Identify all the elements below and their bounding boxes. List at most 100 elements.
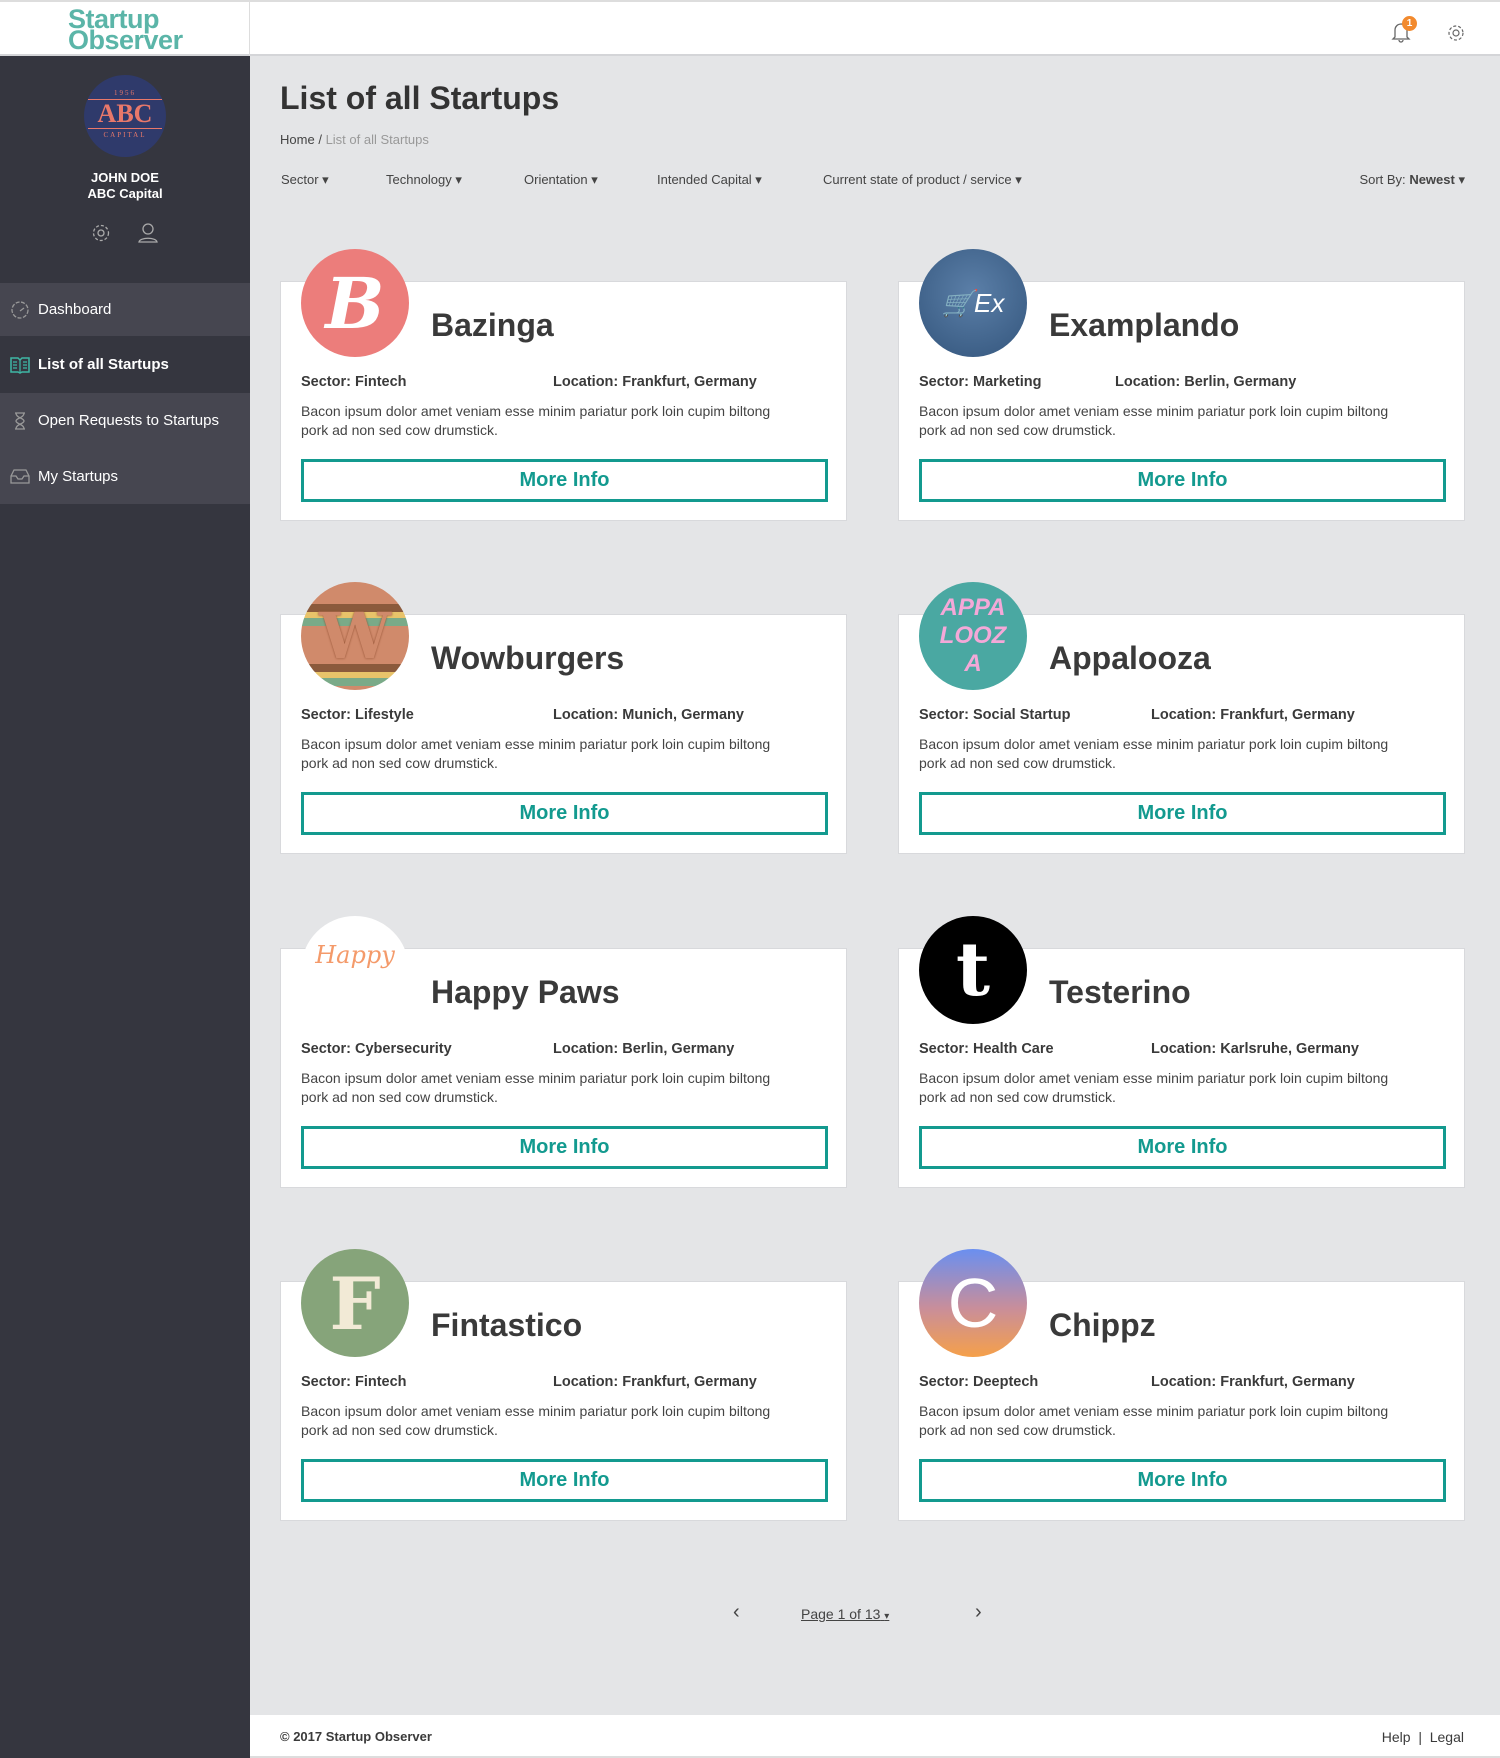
- startup-location: Location: Berlin, Germany: [1115, 374, 1297, 390]
- logo-text: t: [955, 927, 991, 1013]
- logo-text: B: [325, 261, 385, 345]
- filter-technology[interactable]: Technology ▾: [386, 172, 462, 188]
- logo-text: F: [329, 1260, 381, 1346]
- startup-sector: Sector: Social Startup: [919, 707, 1071, 723]
- breadcrumb-home[interactable]: Home: [280, 132, 315, 147]
- avatar-year: 1956: [114, 89, 136, 97]
- startup-logo: t: [919, 916, 1027, 1024]
- sort-arrow: ▾: [1458, 172, 1465, 187]
- filter-sector[interactable]: Sector ▾: [281, 172, 329, 188]
- page-title: List of all Startups: [280, 80, 560, 116]
- sort-label: Sort By:: [1359, 172, 1406, 187]
- help-link[interactable]: Help: [1382, 1729, 1411, 1745]
- startup-description: Bacon ipsum dolor amet veniam esse minim…: [301, 736, 771, 771]
- filter-orientation[interactable]: Orientation ▾: [524, 172, 598, 188]
- sidebar-item-label: My Startups: [38, 467, 119, 485]
- startup-sector: Sector: Health Care: [919, 1041, 1054, 1057]
- startup-sector: Sector: Lifestyle: [301, 707, 414, 723]
- startup-description: Bacon ipsum dolor amet veniam esse minim…: [301, 403, 771, 438]
- next-page-button[interactable]: ›: [975, 1601, 982, 1624]
- startup-card: W Wowburgers Sector: Lifestyle Location:…: [280, 582, 847, 854]
- startup-location: Location: Berlin, Germany: [553, 1041, 735, 1057]
- more-info-button[interactable]: More Info: [919, 459, 1446, 502]
- page-label: Page 1 of 13: [801, 1606, 881, 1622]
- hourglass-icon: [15, 411, 25, 430]
- sidebar-item-my-startups[interactable]: My Startups: [0, 448, 250, 504]
- startup-card: F Fintastico Sector: Fintech Location: F…: [280, 1249, 847, 1521]
- more-info-button[interactable]: More Info: [919, 1459, 1446, 1502]
- sidebar-item-label: Dashboard: [38, 301, 112, 318]
- startup-name: Fintastico: [431, 1307, 583, 1343]
- footer: © 2017 Startup Observer Help | Legal: [250, 1715, 1500, 1758]
- startup-card: C Chippz Sector: Deeptech Location: Fran…: [898, 1249, 1465, 1521]
- page-select[interactable]: Page 1 of 13 ▾: [801, 1606, 889, 1622]
- gear-icon[interactable]: [90, 222, 112, 244]
- startup-description: Bacon ipsum dolor amet veniam esse minim…: [919, 736, 1389, 771]
- more-info-button[interactable]: More Info: [919, 1126, 1446, 1169]
- breadcrumb-current: List of all Startups: [325, 132, 429, 147]
- legal-link[interactable]: Legal: [1430, 1729, 1464, 1745]
- notification-badge: 1: [1402, 16, 1417, 31]
- more-info-button[interactable]: More Info: [301, 459, 828, 502]
- filter-intended-capital[interactable]: Intended Capital ▾: [657, 172, 762, 188]
- startup-logo: F: [301, 1249, 409, 1357]
- logo-text: C: [947, 1264, 999, 1342]
- book-icon: [10, 356, 30, 374]
- startup-sector: Sector: Marketing: [919, 374, 1042, 390]
- logo-text: Ex: [974, 287, 1005, 318]
- prev-page-button[interactable]: ‹: [733, 1601, 740, 1624]
- startup-location: Location: Frankfurt, Germany: [1151, 707, 1355, 723]
- top-header: Startup Observer 1: [0, 0, 1500, 58]
- sidebar-item-label: Open Requests to Startups: [38, 412, 219, 429]
- more-info-button[interactable]: More Info: [301, 1126, 828, 1169]
- logo-line2: Observer: [68, 25, 183, 55]
- footer-separator: |: [1418, 1729, 1422, 1745]
- avatar-mark: ABC: [88, 99, 162, 129]
- startup-logo: W: [301, 582, 409, 690]
- user-name: JOHN DOE: [91, 170, 159, 185]
- more-info-button[interactable]: More Info: [301, 1459, 828, 1502]
- app-logo[interactable]: Startup Observer: [68, 6, 183, 55]
- sidebar: 1956 ABC CAPITAL JOHN DOE ABC Capital Da…: [0, 56, 250, 1758]
- sidebar-item-open-requests[interactable]: Open Requests to Startups: [0, 393, 250, 448]
- logo-text: W: [319, 598, 391, 674]
- sidebar-item-list-of-all-startups[interactable]: List of all Startups: [0, 336, 250, 393]
- breadcrumb-separator: /: [318, 132, 322, 147]
- startup-logo: Happy: [301, 916, 409, 1024]
- startup-location: Location: Karlsruhe, Germany: [1151, 1041, 1359, 1057]
- startup-name: Happy Paws: [431, 974, 620, 1010]
- startup-location: Location: Frankfurt, Germany: [1151, 1374, 1355, 1390]
- more-info-button[interactable]: More Info: [301, 792, 828, 835]
- page-dropdown-arrow: ▾: [884, 1611, 890, 1622]
- logo-text: APPA LOOZA: [939, 594, 1007, 677]
- footer-links: Help | Legal: [1382, 1729, 1464, 1745]
- more-info-button[interactable]: More Info: [919, 792, 1446, 835]
- startup-name: Appalooza: [1049, 640, 1211, 676]
- startup-sector: Sector: Fintech: [301, 1374, 407, 1390]
- user-icon[interactable]: [137, 222, 159, 244]
- startup-description: Bacon ipsum dolor amet veniam esse minim…: [301, 1070, 771, 1105]
- startup-card: t Testerino Sector: Health Care Location…: [898, 916, 1465, 1188]
- startup-card: B Bazinga Sector: Fintech Location: Fran…: [280, 249, 847, 521]
- startup-card: 🛒Ex Examplando Sector: Marketing Locatio…: [898, 249, 1465, 521]
- copyright: © 2017 Startup Observer: [280, 1729, 432, 1744]
- sort-dropdown[interactable]: Sort By: Newest ▾: [1359, 172, 1465, 188]
- company-avatar: 1956 ABC CAPITAL: [84, 75, 166, 157]
- settings-icon[interactable]: [1446, 23, 1466, 43]
- startup-logo: APPA LOOZA: [919, 582, 1027, 690]
- sort-value: Newest: [1409, 172, 1455, 187]
- header-divider: [249, 2, 250, 58]
- sidebar-item-dashboard[interactable]: Dashboard: [0, 283, 250, 336]
- startup-card: APPA LOOZA Appalooza Sector: Social Star…: [898, 582, 1465, 854]
- startup-location: Location: Frankfurt, Germany: [553, 1374, 757, 1390]
- startup-name: Testerino: [1049, 974, 1191, 1010]
- startup-description: Bacon ipsum dolor amet veniam esse minim…: [919, 403, 1389, 438]
- startup-name: Chippz: [1049, 1307, 1156, 1343]
- startup-description: Bacon ipsum dolor amet veniam esse minim…: [301, 1403, 771, 1438]
- startup-card: Happy Happy Paws Sector: Cybersecurity L…: [280, 916, 847, 1188]
- startup-logo: B: [301, 249, 409, 357]
- startup-sector: Sector: Fintech: [301, 374, 407, 390]
- filter-product-state[interactable]: Current state of product / service ▾: [823, 172, 1022, 188]
- startup-name: Wowburgers: [431, 640, 625, 676]
- startup-description: Bacon ipsum dolor amet veniam esse minim…: [919, 1403, 1389, 1438]
